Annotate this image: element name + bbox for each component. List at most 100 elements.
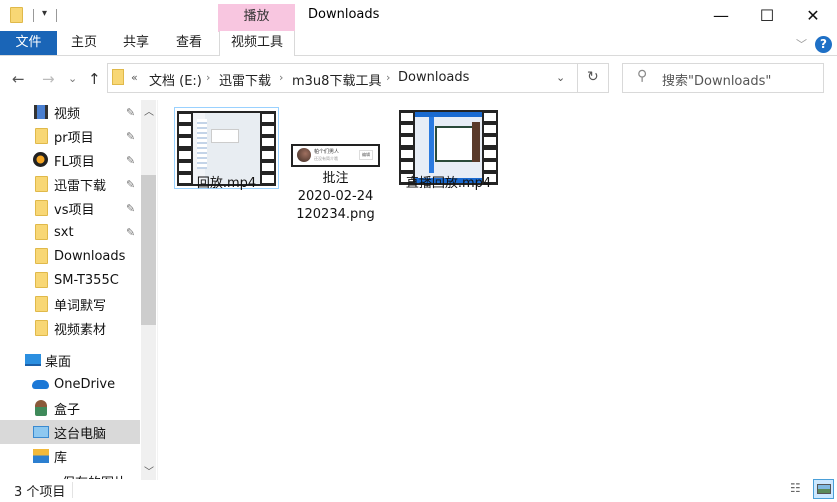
breadcrumb-m3u8-tool[interactable]: m3u8下载工具 bbox=[292, 70, 381, 89]
quick-access-folder-icon[interactable] bbox=[10, 7, 23, 23]
chevron-down-icon: ⌄ bbox=[68, 72, 78, 85]
pin-icon[interactable]: ✎ bbox=[126, 106, 135, 119]
sidebar-item-pr-project[interactable]: pr项目 ✎ bbox=[0, 124, 140, 148]
sidebar-scrollbar-thumb[interactable] bbox=[141, 175, 156, 325]
folder-icon bbox=[35, 224, 48, 240]
sidebar-item-user-box[interactable]: 盒子 bbox=[0, 396, 140, 420]
back-arrow-icon: ← bbox=[12, 70, 25, 88]
back-button[interactable]: ← bbox=[12, 70, 25, 88]
address-divider bbox=[577, 64, 578, 92]
pin-icon[interactable]: ✎ bbox=[126, 226, 135, 239]
folder-icon bbox=[112, 69, 124, 85]
sidebar-item-videos[interactable]: 视频 ✎ bbox=[0, 100, 140, 124]
forward-arrow-icon: → bbox=[42, 70, 55, 88]
sidebar-item-sm-t355c[interactable]: SM-T355C bbox=[0, 268, 140, 292]
minimize-button[interactable]: — bbox=[698, 0, 744, 30]
pin-icon[interactable]: ✎ bbox=[126, 130, 135, 143]
breadcrumb-xunlei[interactable]: 迅雷下载 bbox=[219, 70, 271, 89]
breadcrumb-drive-e[interactable]: 文档 (E:) bbox=[149, 70, 202, 89]
pin-icon[interactable]: ✎ bbox=[126, 202, 135, 215]
customize-quick-access-dropdown[interactable]: ▾ bbox=[42, 8, 47, 19]
file-item-image[interactable]: 批注 2020-02-24 120234.png bbox=[283, 170, 388, 224]
sidebar-item-label: Downloads bbox=[54, 248, 126, 264]
sidebar-item-label: OneDrive bbox=[54, 376, 116, 392]
sidebar-item-label: vs项目 bbox=[54, 202, 95, 218]
search-icon: ⚲ bbox=[637, 68, 648, 84]
up-arrow-icon: ↑ bbox=[88, 70, 101, 88]
sidebar-item-sxt[interactable]: sxt ✎ bbox=[0, 220, 140, 244]
sidebar-item-saved-pictures[interactable]: 保存的图片 bbox=[0, 468, 140, 479]
up-button[interactable]: ↑ bbox=[88, 70, 101, 88]
details-view-button[interactable]: ☷ bbox=[790, 481, 806, 497]
address-history-dropdown[interactable]: ⌄ bbox=[556, 71, 565, 84]
maximize-button[interactable]: ☐ bbox=[744, 0, 790, 30]
breadcrumb-overflow[interactable]: « bbox=[131, 71, 138, 84]
sidebar-item-label: 盒子 bbox=[54, 402, 81, 418]
breadcrumb-separator-icon[interactable]: › bbox=[386, 71, 390, 84]
sidebar-item-desktop[interactable]: 桌面 bbox=[0, 348, 140, 372]
file-name-line: 2020-02-24 bbox=[297, 189, 374, 204]
close-button[interactable]: ✕ bbox=[790, 0, 836, 30]
sidebar-item-vs-project[interactable]: vs项目 ✎ bbox=[0, 196, 140, 220]
folder-icon bbox=[35, 248, 48, 264]
pin-icon[interactable]: ✎ bbox=[126, 154, 135, 167]
maximize-icon: ☐ bbox=[759, 5, 775, 25]
quick-access-separator bbox=[56, 9, 57, 22]
quick-access-separator bbox=[33, 9, 34, 22]
breadcrumb-downloads[interactable]: Downloads bbox=[398, 70, 469, 85]
sidebar-item-this-pc[interactable]: 这台电脑 bbox=[0, 420, 140, 444]
sidebar-item-fl-project[interactable]: FL项目 ✎ bbox=[0, 148, 140, 172]
large-icons-view-icon bbox=[816, 484, 831, 494]
help-button[interactable]: ? bbox=[815, 36, 832, 53]
sidebar-item-label: 视频素材 bbox=[54, 322, 107, 338]
pin-icon[interactable]: ✎ bbox=[126, 178, 135, 191]
sidebar-item-label: 保存的图片 bbox=[62, 472, 127, 479]
desktop-icon bbox=[25, 354, 41, 366]
sidebar-item-label: 这台电脑 bbox=[54, 426, 107, 442]
tab-file[interactable]: 文件 bbox=[0, 31, 57, 55]
sidebar-item-label: pr项目 bbox=[54, 130, 94, 146]
window-title: Downloads bbox=[308, 7, 380, 22]
tab-share[interactable]: 共享 bbox=[123, 31, 149, 55]
tab-view[interactable]: 查看 bbox=[176, 31, 202, 55]
status-separator bbox=[72, 482, 73, 498]
tab-video-tools[interactable]: 视频工具 bbox=[219, 31, 295, 56]
breadcrumb-separator-icon[interactable]: › bbox=[206, 71, 210, 84]
library-icon bbox=[33, 449, 49, 463]
folder-icon bbox=[35, 128, 48, 144]
sidebar-item-onedrive[interactable]: OneDrive bbox=[0, 372, 140, 396]
sidebar-item-label: 迅雷下载 bbox=[54, 178, 107, 194]
details-view-icon: ☷ bbox=[790, 481, 801, 495]
ribbon-divider bbox=[0, 55, 837, 56]
close-icon: ✕ bbox=[806, 5, 820, 25]
tab-home[interactable]: 主页 bbox=[71, 31, 97, 55]
search-placeholder: 搜索"Downloads" bbox=[662, 74, 772, 89]
refresh-icon: ↻ bbox=[587, 69, 599, 85]
pane-divider bbox=[157, 100, 158, 480]
file-name[interactable]: 直播回放.mp4 bbox=[396, 174, 501, 194]
video-library-icon bbox=[34, 105, 48, 119]
folder-icon bbox=[35, 176, 48, 192]
sidebar-item-video-assets[interactable]: 视频素材 bbox=[0, 316, 140, 340]
chevron-down-icon: ⌄ bbox=[556, 71, 566, 84]
this-pc-icon bbox=[33, 426, 49, 438]
scroll-down-button[interactable]: ﹀ bbox=[144, 463, 154, 478]
sidebar-item-xunlei-downloads[interactable]: 迅雷下载 ✎ bbox=[0, 172, 140, 196]
scroll-up-button[interactable]: ︿ bbox=[144, 103, 154, 118]
folder-icon bbox=[35, 200, 48, 216]
sidebar-item-label: 视频 bbox=[54, 106, 81, 122]
large-icons-view-button[interactable] bbox=[813, 479, 834, 499]
refresh-button[interactable]: ↻ bbox=[587, 69, 599, 85]
folder-icon bbox=[35, 296, 48, 312]
sidebar-item-downloads[interactable]: Downloads bbox=[0, 244, 140, 268]
forward-button[interactable]: → bbox=[42, 70, 55, 88]
sidebar-item-library[interactable]: 库 bbox=[0, 444, 140, 468]
expand-ribbon-button[interactable]: ﹀ bbox=[796, 36, 807, 52]
fl-studio-icon bbox=[33, 152, 48, 167]
recent-locations-button[interactable]: ⌄ bbox=[68, 72, 77, 85]
breadcrumb-separator-icon[interactable]: › bbox=[279, 71, 283, 84]
help-icon: ? bbox=[820, 37, 827, 51]
file-name[interactable]: 回放.mp4 bbox=[174, 174, 279, 194]
folder-icon bbox=[35, 272, 48, 288]
sidebar-item-dictation[interactable]: 单词默写 bbox=[0, 292, 140, 316]
